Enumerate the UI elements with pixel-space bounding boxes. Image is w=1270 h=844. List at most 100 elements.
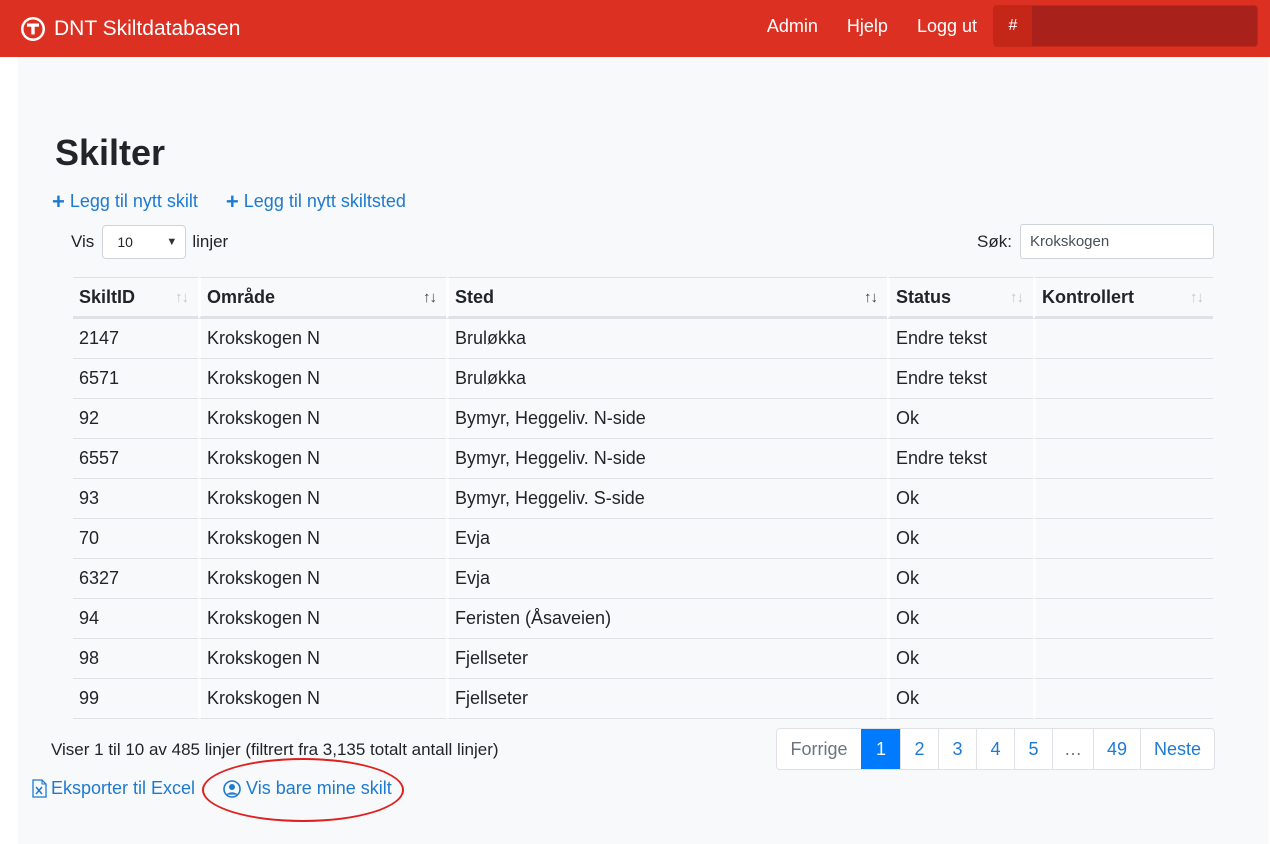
table-cell: Krokskogen N bbox=[198, 639, 446, 679]
table-cell: Bruløkka bbox=[446, 319, 887, 359]
nav-logout-link[interactable]: Logg ut bbox=[917, 16, 977, 37]
table-row[interactable]: 94 Krokskogen N Feristen (Åsaveien) Ok bbox=[73, 599, 1213, 639]
nav-admin-link[interactable]: Admin bbox=[767, 16, 818, 37]
sort-asc-icon: ↑↓ bbox=[423, 289, 437, 306]
column-header-skiltid[interactable]: SkiltID ↑↓ bbox=[73, 277, 198, 319]
table-cell: Ok bbox=[887, 679, 1033, 719]
table-cell: Ok bbox=[887, 399, 1033, 439]
table-cell: Bymyr, Heggeliv. N-side bbox=[446, 399, 887, 439]
table-cell: Krokskogen N bbox=[198, 679, 446, 719]
table-cell: Krokskogen N bbox=[198, 599, 446, 639]
highlight-annotation-ellipse bbox=[202, 758, 404, 822]
table-cell: Bymyr, Heggeliv. S-side bbox=[446, 479, 887, 519]
table-cell: Endre tekst bbox=[887, 319, 1033, 359]
excel-file-icon bbox=[32, 779, 47, 798]
length-prefix: Vis bbox=[71, 232, 95, 251]
previous-page-button[interactable]: Forrige bbox=[777, 729, 861, 769]
table-cell: Bymyr, Heggeliv. N-side bbox=[446, 439, 887, 479]
column-header-status[interactable]: Status ↑↓ bbox=[887, 277, 1033, 319]
table-cell: Ok bbox=[887, 519, 1033, 559]
table-cell: Fjellseter bbox=[446, 679, 887, 719]
plus-icon: + bbox=[225, 188, 239, 214]
table-cell: Ok bbox=[887, 479, 1033, 519]
page-2-button[interactable]: 2 bbox=[900, 729, 938, 769]
table-row[interactable]: 6557 Krokskogen N Bymyr, Heggeliv. N-side E… bbox=[73, 439, 1213, 479]
export-excel-link[interactable]: Eksporter til Excel bbox=[32, 778, 195, 799]
table-cell: Endre tekst bbox=[887, 439, 1033, 479]
page-title: Skilter bbox=[55, 132, 166, 173]
table-row[interactable]: 6571 Krokskogen N Bruløkka Endre tekst bbox=[73, 359, 1213, 399]
table-row[interactable]: 98 Krokskogen N Fjellseter Ok bbox=[73, 639, 1213, 679]
page-49-button[interactable]: 49 bbox=[1093, 729, 1140, 769]
pagination: Forrige 1 2 3 4 5 … 49 Neste bbox=[776, 728, 1215, 770]
table-cell: Feristen (Åsaveien) bbox=[446, 599, 887, 639]
sort-both-icon: ↑↓ bbox=[175, 289, 189, 306]
next-page-button[interactable]: Neste bbox=[1140, 729, 1214, 769]
sign-id-lookup: # bbox=[993, 5, 1258, 47]
column-header-kontrollert[interactable]: Kontrollert ↑↓ bbox=[1033, 277, 1213, 319]
hash-prefix: # bbox=[994, 6, 1032, 46]
sign-id-input[interactable] bbox=[1032, 6, 1257, 46]
page-length-select[interactable]: 10 ▼ bbox=[102, 225, 187, 259]
table-cell: Krokskogen N bbox=[198, 519, 446, 559]
table-cell: 6327 bbox=[73, 559, 198, 599]
column-header-omrade[interactable]: Område ↑↓ bbox=[198, 277, 446, 319]
table-cell: Ok bbox=[887, 599, 1033, 639]
table-cell bbox=[1033, 559, 1213, 599]
table-cell: 98 bbox=[73, 639, 198, 679]
table-cell bbox=[1033, 679, 1213, 719]
table-cell bbox=[1033, 439, 1213, 479]
table-row[interactable]: 2147 Krokskogen N Bruløkka Endre tekst bbox=[73, 319, 1213, 359]
length-suffix: linjer bbox=[192, 232, 229, 251]
table-row[interactable]: 92 Krokskogen N Bymyr, Heggeliv. N-side Ok bbox=[73, 399, 1213, 439]
search-control: Søk: bbox=[977, 224, 1214, 259]
table-cell: Krokskogen N bbox=[198, 479, 446, 519]
table-cell bbox=[1033, 599, 1213, 639]
add-location-label: Legg til nytt skiltsted bbox=[243, 191, 406, 211]
table-cell: Krokskogen N bbox=[198, 439, 446, 479]
nav-help-link[interactable]: Hjelp bbox=[847, 16, 888, 37]
table-cell: 6571 bbox=[73, 359, 198, 399]
table-cell: 99 bbox=[73, 679, 198, 719]
action-links: + Legg til nytt skilt + Legg til nytt sk… bbox=[52, 188, 406, 214]
table-row[interactable]: 6327 Krokskogen N Evja Ok bbox=[73, 559, 1213, 599]
table-row[interactable]: 70 Krokskogen N Evja Ok bbox=[73, 519, 1213, 559]
table-cell: Ok bbox=[887, 559, 1033, 599]
pagination-ellipsis: … bbox=[1052, 729, 1093, 769]
add-sign-link[interactable]: + Legg til nytt skilt bbox=[52, 188, 198, 214]
page-4-button[interactable]: 4 bbox=[976, 729, 1014, 769]
dnt-logo-icon bbox=[21, 16, 45, 41]
signs-table: SkiltID ↑↓ Område ↑↓ Sted ↑↓ Status ↑↓ Kontr… bbox=[73, 277, 1213, 719]
table-cell bbox=[1033, 319, 1213, 359]
table-info: Viser 1 til 10 av 485 linjer (filtrert f… bbox=[51, 740, 499, 759]
table-cell: Bruløkka bbox=[446, 359, 887, 399]
table-cell: 92 bbox=[73, 399, 198, 439]
table-row[interactable]: 93 Krokskogen N Bymyr, Heggeliv. S-side Ok bbox=[73, 479, 1213, 519]
add-sign-label: Legg til nytt skilt bbox=[69, 191, 198, 211]
column-header-sted[interactable]: Sted ↑↓ bbox=[446, 277, 887, 319]
table-cell: Evja bbox=[446, 519, 887, 559]
table-cell: 94 bbox=[73, 599, 198, 639]
brand[interactable]: DNT Skiltdatabasen bbox=[20, 16, 240, 42]
search-input[interactable] bbox=[1020, 224, 1214, 259]
top-navbar: DNT Skiltdatabasen Admin Hjelp Logg ut # bbox=[0, 0, 1270, 57]
add-location-link[interactable]: + Legg til nytt skiltsted bbox=[225, 188, 406, 214]
table-cell bbox=[1033, 519, 1213, 559]
page-length-value: 10 bbox=[117, 234, 133, 250]
table-cell bbox=[1033, 359, 1213, 399]
page-1-button[interactable]: 1 bbox=[861, 729, 900, 769]
table-cell bbox=[1033, 639, 1213, 679]
export-excel-label: Eksporter til Excel bbox=[51, 778, 196, 798]
table-cell: Evja bbox=[446, 559, 887, 599]
sort-both-icon: ↑↓ bbox=[1010, 289, 1024, 306]
table-body: 2147 Krokskogen N Bruløkka Endre tekst 6571 K… bbox=[73, 319, 1213, 719]
page-5-button[interactable]: 5 bbox=[1014, 729, 1052, 769]
table-cell: Krokskogen N bbox=[198, 319, 446, 359]
search-label: Søk: bbox=[977, 231, 1012, 251]
page-length-control: Vis 10 ▼ linjer bbox=[71, 225, 228, 259]
page-3-button[interactable]: 3 bbox=[938, 729, 976, 769]
table-cell: 2147 bbox=[73, 319, 198, 359]
table-cell bbox=[1033, 399, 1213, 439]
plus-icon: + bbox=[52, 188, 65, 214]
table-row[interactable]: 99 Krokskogen N Fjellseter Ok bbox=[73, 679, 1213, 719]
